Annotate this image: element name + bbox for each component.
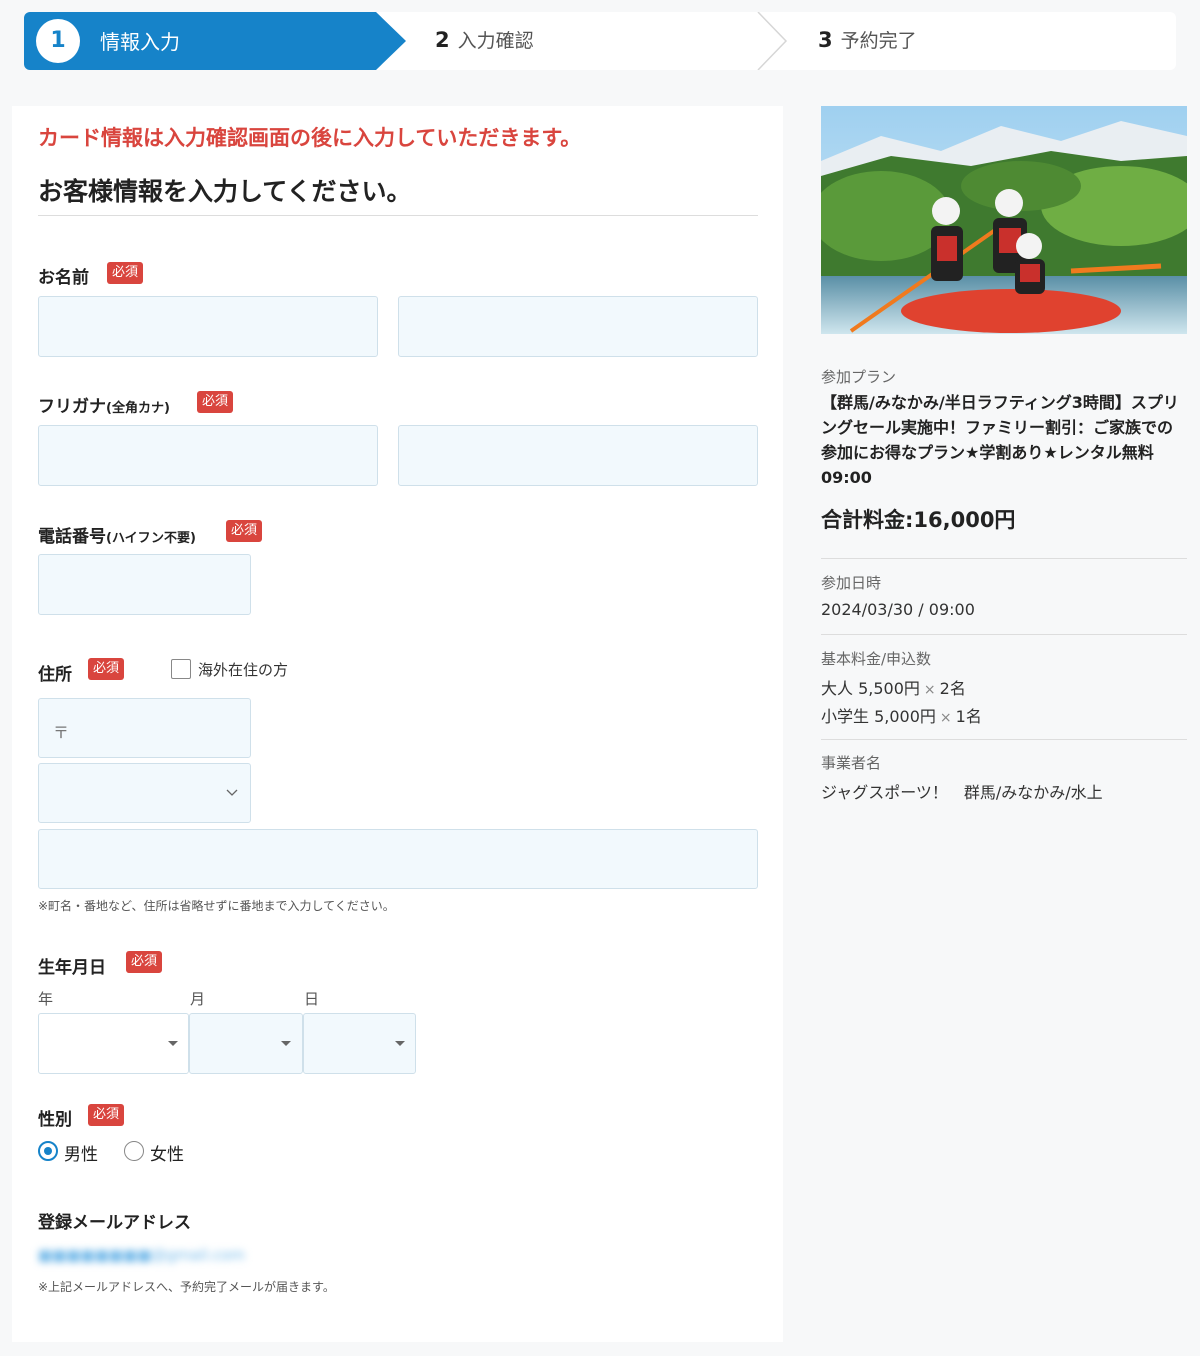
phone-required-badge: 必須	[226, 520, 263, 542]
postal-code-input[interactable]: 〒	[38, 698, 251, 758]
overseas-checkbox[interactable]	[171, 659, 191, 679]
address-label: 住所	[38, 665, 72, 685]
kana-label-text: フリガナ	[38, 397, 106, 417]
overseas-label: 海外在住の方	[198, 661, 289, 679]
email-label: 登録メールアドレス	[38, 1213, 191, 1233]
birth-day-select[interactable]	[303, 1013, 416, 1074]
sidebar-divider	[821, 558, 1187, 559]
phone-label-suffix: (ハイフン不要)	[106, 531, 196, 546]
customer-form: カード情報は入力確認画面の後に入力していただきます。 お客様情報を入力してくださ…	[12, 106, 783, 1342]
gender-female-label: 女性	[150, 1145, 184, 1165]
fee-qty: 2名	[939, 679, 966, 698]
plan-label: 参加プラン	[821, 368, 897, 386]
date-value: 2024/03/30 / 09:00	[821, 600, 975, 619]
progress-stepper: 1 情報入力 2 入力確認 3 予約完了	[24, 12, 1176, 70]
fee-name: 大人 5,500円	[821, 679, 920, 698]
name-label: お名前	[38, 268, 89, 288]
step-1-label: 情報入力	[100, 30, 180, 54]
fee-row: 小学生 5,000円 × 1名	[821, 703, 1187, 727]
address-note: ※町名・番地など、住所は省略せずに番地まで入力してください。	[38, 899, 395, 913]
step-1-number: 1	[36, 19, 80, 63]
name-required-badge: 必須	[107, 262, 144, 284]
first-name-input[interactable]	[398, 296, 758, 357]
gender-male-label: 男性	[64, 1145, 98, 1165]
caret-down-icon	[281, 1041, 291, 1046]
step-2-number: 2	[435, 28, 450, 52]
gender-male-radio[interactable]	[38, 1141, 58, 1161]
gender-label: 性別	[38, 1110, 72, 1130]
step-3-label: 予約完了	[840, 30, 917, 52]
sidebar-divider	[821, 634, 1187, 635]
phone-label: 電話番号(ハイフン不要)	[38, 522, 196, 547]
caret-down-icon	[395, 1041, 405, 1046]
birth-required-badge: 必須	[126, 951, 163, 973]
fee-row: 大人 5,500円 × 2名	[821, 675, 1187, 699]
total-price: 合計料金:16,000円	[821, 508, 1016, 532]
heading-divider	[38, 215, 758, 216]
date-label: 参加日時	[821, 574, 882, 592]
email-note: ※上記メールアドレスへ、予約完了メールが届きます。	[38, 1280, 335, 1294]
step-separator-icon	[757, 12, 788, 70]
gender-required-badge: 必須	[88, 1104, 125, 1126]
form-heading: お客様情報を入力してください。	[38, 177, 412, 206]
caret-down-icon	[168, 1041, 178, 1046]
step-3-number: 3	[818, 28, 833, 52]
times-sign: ×	[939, 710, 952, 726]
card-info-notice: カード情報は入力確認画面の後に入力していただきます。	[38, 126, 582, 150]
last-name-input[interactable]	[38, 296, 378, 357]
step-2: 2 入力確認	[435, 26, 534, 53]
birth-label: 生年月日	[38, 958, 106, 978]
phone-input[interactable]	[38, 554, 251, 615]
kana-label-suffix: (全角カナ)	[106, 401, 170, 416]
operator-label: 事業者名	[821, 754, 882, 772]
fee-qty: 1名	[955, 707, 982, 726]
first-name-kana-input[interactable]	[398, 425, 758, 486]
plan-photo	[821, 106, 1187, 334]
birth-month-label: 月	[190, 990, 206, 1008]
chevron-down-icon	[226, 789, 238, 796]
phone-label-text: 電話番号	[38, 527, 106, 547]
kana-label: フリガナ(全角カナ)	[38, 392, 170, 417]
address-required-badge: 必須	[88, 658, 125, 680]
birth-day-label: 日	[304, 990, 320, 1008]
step-1-active: 1 情報入力	[24, 12, 406, 70]
registered-email: ■■■■■■■■@gmail.com	[38, 1246, 245, 1264]
fee-name: 小学生 5,000円	[821, 707, 936, 726]
times-sign: ×	[923, 682, 936, 698]
birth-month-select[interactable]	[189, 1013, 303, 1074]
address-input[interactable]	[38, 829, 758, 889]
kana-required-badge: 必須	[197, 391, 234, 413]
birth-year-select[interactable]	[38, 1013, 189, 1074]
sidebar-divider	[821, 739, 1187, 740]
last-name-kana-input[interactable]	[38, 425, 378, 486]
gender-female-radio[interactable]	[124, 1141, 144, 1161]
operator-value: ジャグスポーツ！ 群馬/みなかみ/水上	[821, 783, 1103, 802]
fee-label: 基本料金/申込数	[821, 650, 932, 668]
birth-year-label: 年	[38, 990, 54, 1008]
plan-title: 【群馬/みなかみ/半日ラフティング3時間】スプリングセール実施中！ファミリー割引…	[821, 393, 1179, 487]
step-3: 3 予約完了	[818, 26, 917, 53]
postal-placeholder: 〒	[53, 723, 70, 742]
step-2-label: 入力確認	[457, 30, 534, 52]
prefecture-select[interactable]	[38, 763, 251, 823]
